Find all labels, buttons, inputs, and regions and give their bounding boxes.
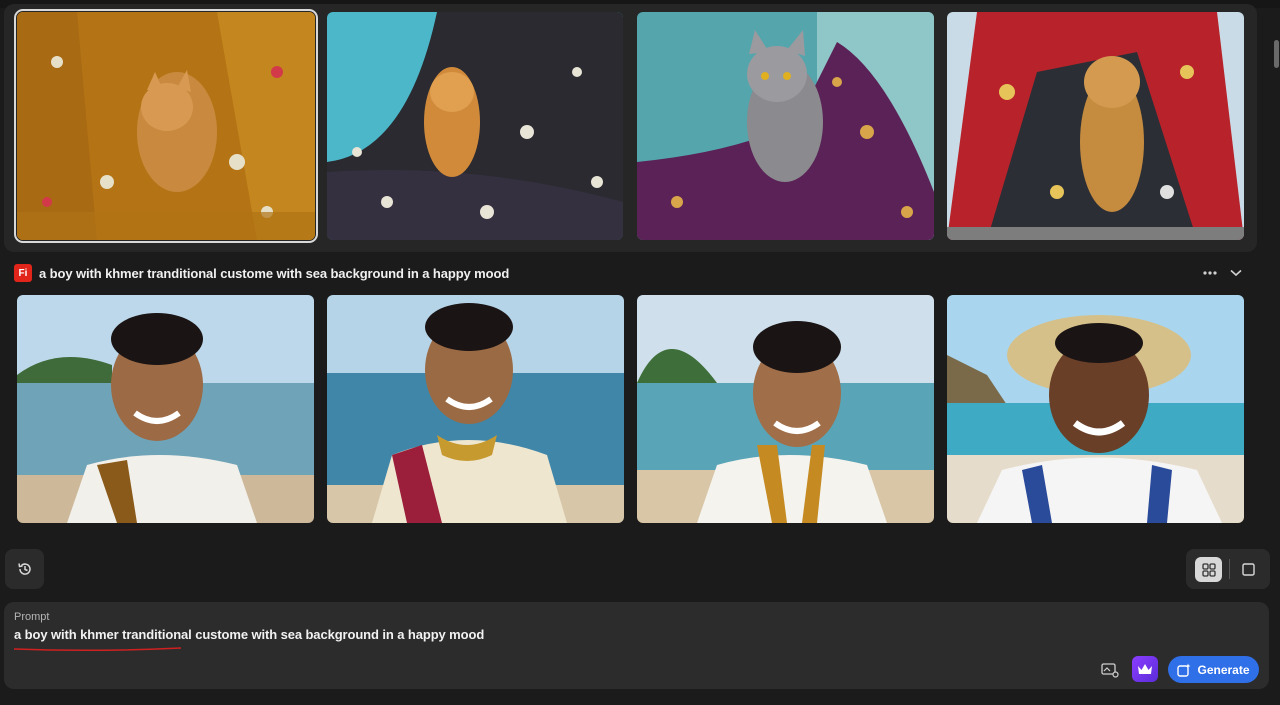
premium-button[interactable] — [1132, 656, 1158, 682]
generate-button[interactable]: Generate — [1168, 656, 1259, 683]
divider — [1229, 559, 1230, 579]
scroll-thumb[interactable] — [1274, 40, 1279, 68]
prompt-panel: Prompt a boy with khmer tranditional cus… — [4, 602, 1269, 689]
image-settings-icon — [1101, 663, 1119, 678]
crown-icon — [1138, 664, 1152, 674]
grid-view-button[interactable] — [1195, 557, 1222, 582]
prompt-label: Prompt — [14, 611, 50, 623]
result-image[interactable] — [327, 295, 624, 523]
view-toggle — [1186, 549, 1270, 589]
firefly-badge-icon: Fi — [14, 264, 32, 282]
generate-label: Generate — [1197, 662, 1250, 677]
result-image[interactable] — [17, 295, 314, 523]
prompt-input[interactable]: a boy with khmer tranditional custome wi… — [14, 627, 484, 642]
spellcheck-underline — [13, 647, 182, 652]
result-image[interactable] — [947, 295, 1244, 523]
history-icon — [17, 563, 31, 575]
more-options-icon[interactable] — [1200, 263, 1220, 283]
history-button[interactable] — [5, 549, 44, 589]
grid-icon — [1201, 562, 1216, 577]
scrollbar[interactable] — [1274, 40, 1279, 600]
result-image[interactable] — [637, 295, 934, 523]
result-image[interactable] — [327, 12, 623, 240]
result-image[interactable] — [14, 9, 318, 243]
group-prompt-title: a boy with khmer tranditional custome wi… — [39, 265, 510, 281]
single-view-button[interactable] — [1235, 557, 1262, 582]
generation-group-header: Fi a boy with khmer tranditional custome… — [14, 263, 1254, 283]
generate-sparkle-icon — [1177, 663, 1191, 677]
square-icon — [1242, 563, 1255, 576]
chevron-down-icon[interactable] — [1226, 263, 1246, 283]
generation-group-1 — [4, 4, 1257, 252]
style-reference-button[interactable] — [1100, 660, 1120, 680]
result-image[interactable] — [947, 12, 1244, 240]
result-image[interactable] — [637, 12, 934, 240]
